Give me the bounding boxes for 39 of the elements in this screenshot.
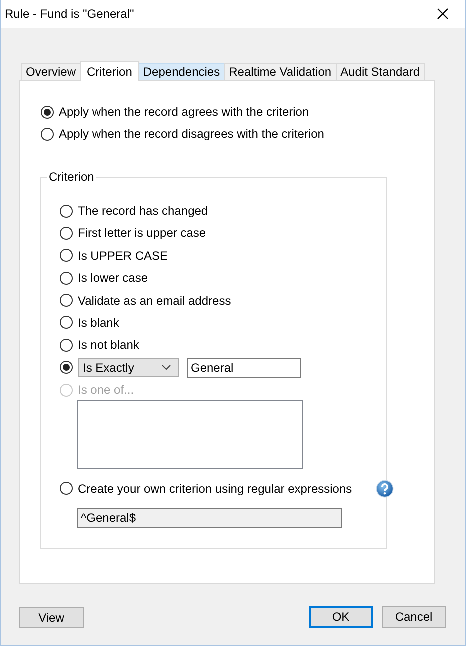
radio-button[interactable] xyxy=(60,204,73,218)
group-title: Criterion xyxy=(47,170,96,184)
tab[interactable]: Criterion xyxy=(80,61,140,81)
radio-button[interactable] xyxy=(60,294,73,308)
radio-button[interactable] xyxy=(60,316,73,330)
radio-label: The record has changed xyxy=(78,204,208,218)
radio-button[interactable] xyxy=(60,226,73,240)
radio-label: Validate as an email address xyxy=(78,294,232,308)
regex-field[interactable]: ^General$ xyxy=(77,508,342,528)
radio-label: Is lower case xyxy=(78,271,148,286)
close-icon[interactable] xyxy=(437,8,449,20)
window-title: Rule - Fund is "General" xyxy=(5,7,134,21)
tab[interactable]: Overview xyxy=(21,63,82,80)
dialog-button[interactable]: OK xyxy=(309,606,373,628)
radio-button[interactable] xyxy=(60,361,73,374)
value-field[interactable]: General xyxy=(187,358,301,378)
radio-label: Apply when the record disagrees with the criterion xyxy=(59,127,324,141)
radio-button[interactable] xyxy=(60,482,73,496)
radio-label: Apply when the record agrees with the criterion xyxy=(59,105,310,119)
radio-label: Is not blank xyxy=(78,338,140,352)
radio-button[interactable] xyxy=(60,249,73,262)
help-icon[interactable] xyxy=(376,480,394,498)
radio-button[interactable] xyxy=(41,128,54,140)
radio-label: Is blank xyxy=(78,316,120,330)
radio-button[interactable] xyxy=(60,272,73,285)
dialog-button[interactable]: Cancel xyxy=(382,606,446,628)
dialog-button[interactable]: View xyxy=(19,607,84,628)
operator-dropdown[interactable]: Is Exactly xyxy=(78,358,179,378)
radio-label: First letter is upper case xyxy=(78,226,206,240)
tab[interactable]: Audit Standard xyxy=(336,63,425,80)
list-box[interactable] xyxy=(77,400,303,469)
radio-button[interactable] xyxy=(60,338,73,352)
radio-button[interactable] xyxy=(41,106,54,118)
tab[interactable]: Realtime Validation xyxy=(224,63,337,80)
radio-label: Is one of... xyxy=(78,383,134,398)
caret-icon xyxy=(162,364,171,371)
radio-label: Is UPPER CASE xyxy=(78,248,168,263)
radio-label: Create your own criterion using regular expressions xyxy=(78,482,352,496)
tab[interactable]: Dependencies xyxy=(138,63,226,80)
